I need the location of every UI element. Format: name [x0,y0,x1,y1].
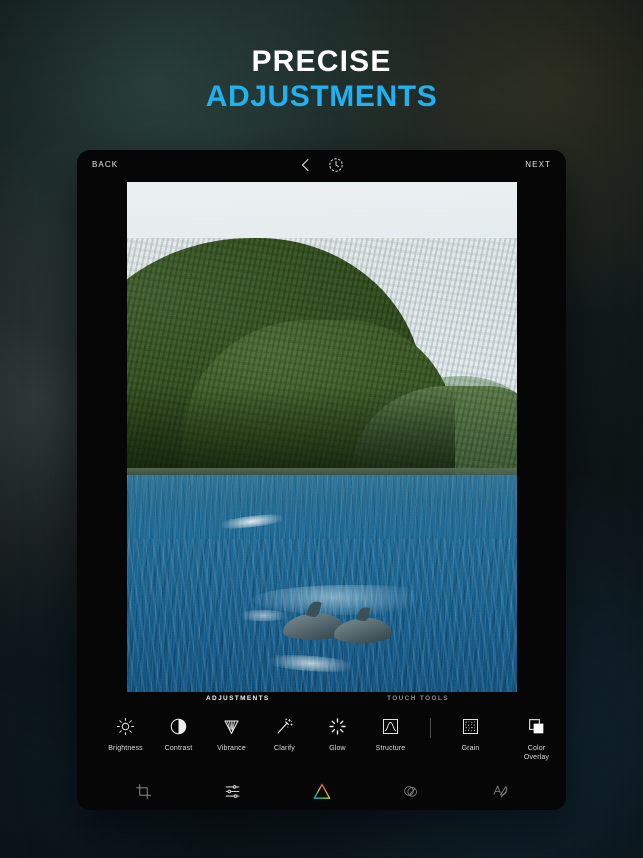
crop-icon[interactable] [127,779,161,803]
tool-glow[interactable]: Glow [311,716,364,753]
tool-color-overlay-label: Color Overlay [524,744,549,762]
top-bar-center-controls [77,157,566,178]
structure-curve-icon [381,716,400,736]
page-title: PRECISE ADJUSTMENTS [0,45,643,114]
tool-contrast[interactable]: Contrast [152,716,205,753]
section-tab-adjustments[interactable]: ADJUSTMENTS [206,695,270,702]
tool-clarify-label: Clarify [274,745,295,752]
editor-bottom-nav [77,772,566,810]
headline-line-1: PRECISE [251,45,392,78]
section-tab-touch-tools[interactable]: TOUCH TOOLS [387,695,449,702]
tool-color-overlay-label-line2: Overlay [523,754,550,762]
lens-filter-icon[interactable] [394,779,428,803]
tool-glow-label: Glow [329,745,346,752]
color-overlay-squares-icon [527,716,546,736]
tablet-device-frame: BACK NEXT ADJUSTMENTS TOUCH TOOLS Bright… [77,150,566,810]
glow-burst-icon [328,716,347,736]
tool-brightness-label: Brightness [108,745,143,752]
headline-line-2: ADJUSTMENTS [205,80,438,114]
tool-vibrance[interactable]: Vibrance [205,716,258,753]
tool-grain[interactable]: Grain [444,716,497,753]
photo-preview[interactable] [127,182,517,692]
tool-structure-label: Structure [375,745,406,752]
history-clock-icon[interactable] [328,157,344,178]
vibrance-triangle-icon [222,716,241,736]
sliders-adjust-icon[interactable] [216,779,250,803]
tool-color-overlay[interactable]: Color Overlay [510,716,563,762]
brightness-sun-icon [116,716,135,736]
grain-dots-icon [461,716,480,736]
adjustment-tools-row: Brightness Contrast Vibrance Clarify Glo… [77,716,566,774]
clarify-magic-wand-icon [275,716,294,736]
tool-contrast-label: Contrast [164,745,193,752]
prism-triangle-icon[interactable] [305,779,339,803]
chevron-left-icon[interactable] [300,158,311,177]
tool-section-headers: ADJUSTMENTS TOUCH TOOLS [77,695,566,711]
tool-vibrance-label: Vibrance [217,745,246,752]
tool-brightness[interactable]: Brightness [99,716,152,753]
tools-divider [430,718,431,738]
tool-grain-label: Grain [461,745,480,752]
text-pen-icon[interactable] [483,779,517,803]
editor-top-bar: BACK NEXT [77,150,566,182]
tool-structure[interactable]: Structure [364,716,417,753]
tool-clarify[interactable]: Clarify [258,716,311,753]
photo-film-grain [127,182,517,692]
contrast-half-circle-icon [169,716,188,736]
tool-color-overlay-label-line1: Color [527,745,546,752]
